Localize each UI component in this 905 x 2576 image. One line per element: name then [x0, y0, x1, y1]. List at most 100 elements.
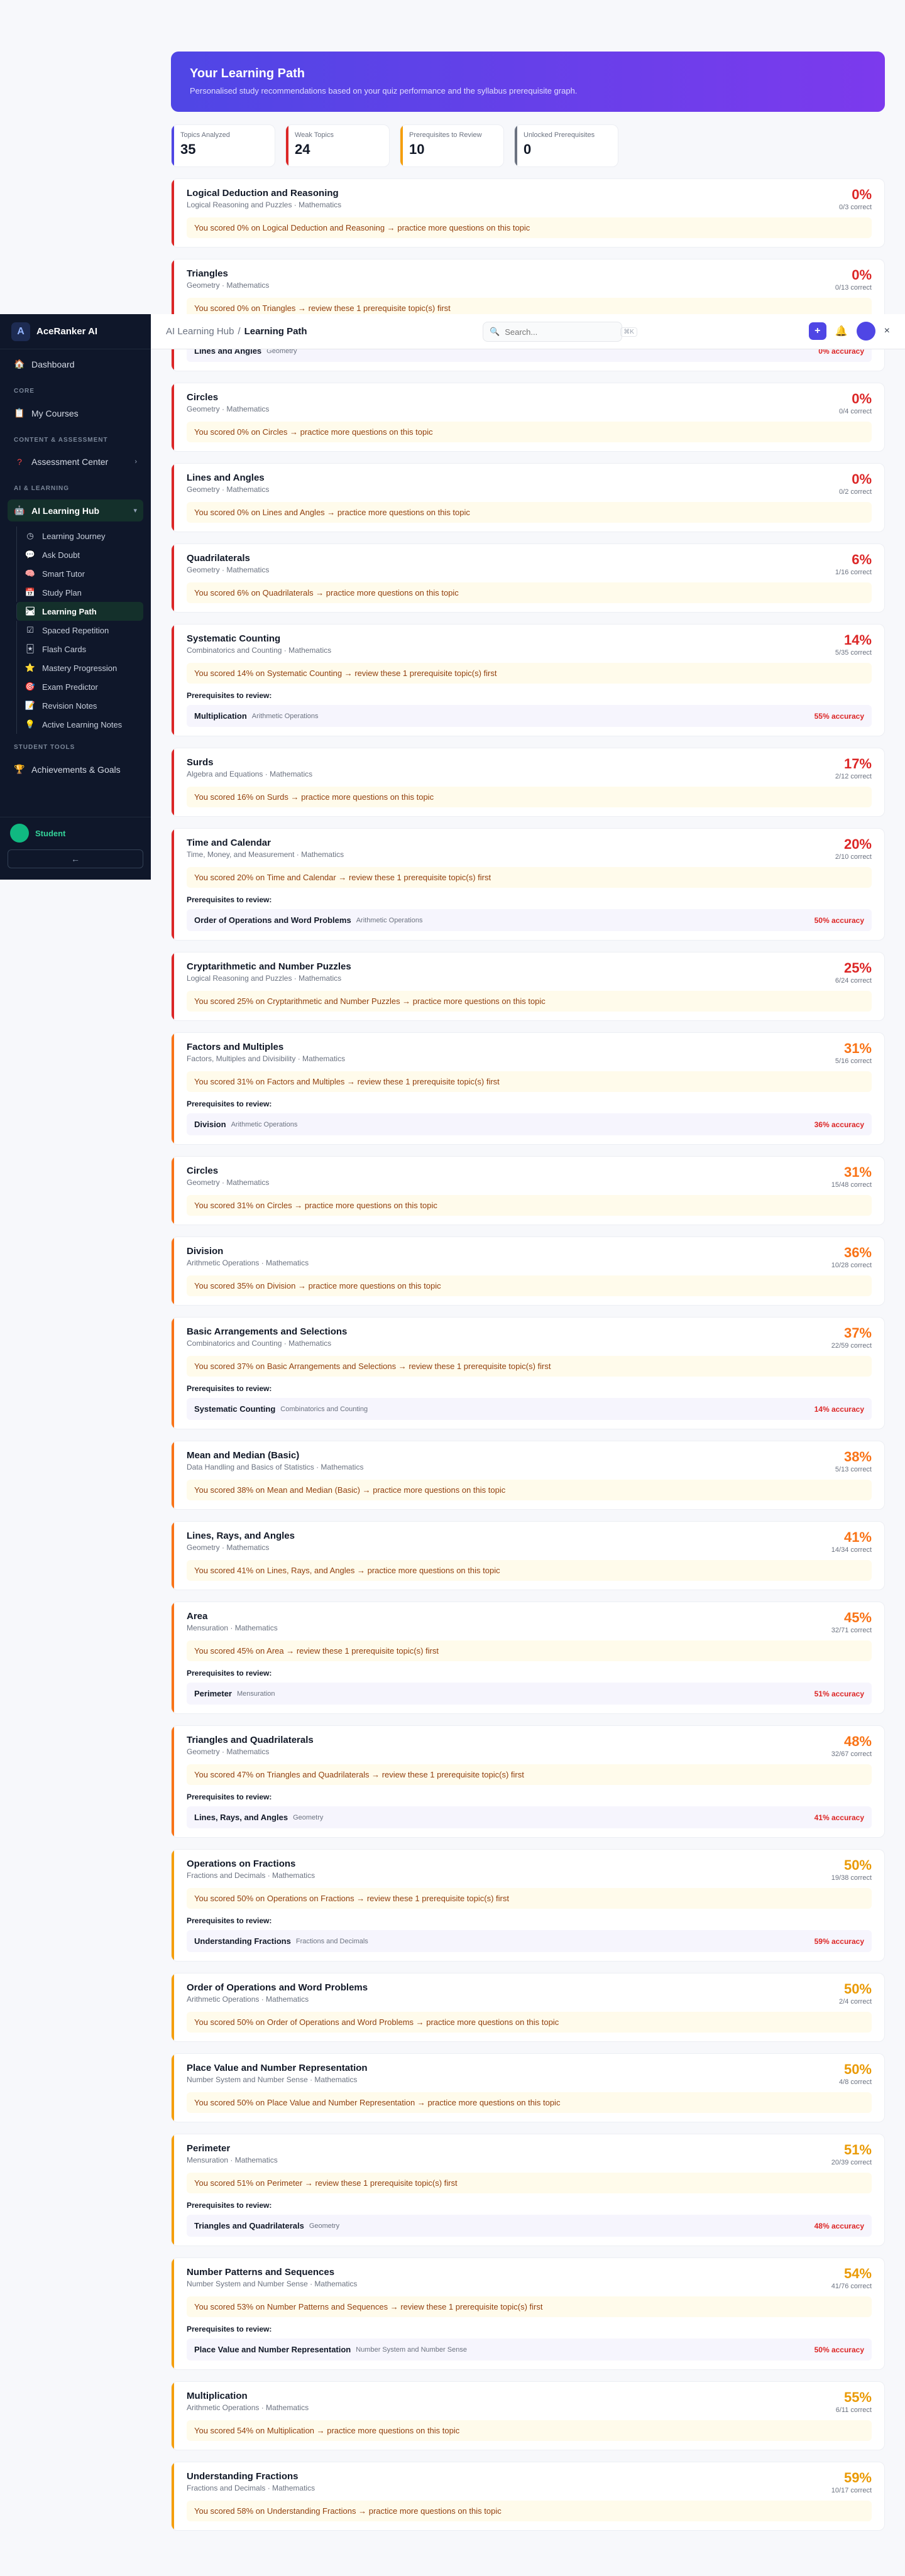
- prerequisites-label: Prerequisites to review:: [187, 895, 272, 904]
- topic-card[interactable]: Time and Calendar Time, Money, and Measur…: [171, 828, 885, 941]
- topic-percent: 36%: [843, 1245, 872, 1260]
- topic-info: Cryptarithmetic and Number Puzzles Logica…: [187, 961, 351, 985]
- sidebar-item-achievements[interactable]: 🏆 Achievements & Goals: [8, 758, 143, 780]
- sidebar-subitem-exam-predictor[interactable]: 🎯 Exam Predictor: [16, 677, 143, 696]
- prerequisite-item[interactable]: Perimeter Mensuration 51% accuracy: [187, 1683, 872, 1705]
- prerequisite-subject: Arithmetic Operations: [231, 1120, 298, 1128]
- topic-title: Area: [187, 1611, 208, 1622]
- sidebar-subitem-flash-cards[interactable]: 🃏 Flash Cards: [16, 640, 143, 658]
- topic-percent: 59%: [843, 2470, 872, 2486]
- topic-card[interactable]: Operations on Fractions Fractions and Dec…: [171, 1849, 885, 1962]
- topic-card[interactable]: Number Patterns and Sequences Number Syst…: [171, 2257, 885, 2370]
- sidebar-subitem-mastery-progression[interactable]: ⭐ Mastery Progression: [16, 658, 143, 677]
- topic-card[interactable]: Area Mensuration · Mathematics 45% 32/71 co…: [171, 1602, 885, 1714]
- topic-correct-count: 0/4 correct: [839, 408, 872, 415]
- topic-subject: Mensuration · Mathematics: [187, 1624, 278, 1632]
- topic-correct-count: 32/71 correct: [831, 1627, 872, 1634]
- sidebar-subitem-ask-doubt[interactable]: 💬 Ask Doubt: [16, 545, 143, 564]
- topic-score: 41% 14/34 correct: [831, 1531, 872, 1554]
- topic-card[interactable]: Triangles and Quadrilaterals Geometry · M…: [171, 1725, 885, 1838]
- topic-card[interactable]: Understanding Fractions Fractions and Dec…: [171, 2462, 885, 2531]
- topic-card[interactable]: Basic Arrangements and Selections Combina…: [171, 1317, 885, 1429]
- search-input[interactable]: [505, 327, 616, 337]
- collapse-sidebar-button[interactable]: ←: [8, 849, 143, 868]
- topic-card-header: Number Patterns and Sequences Number Syst…: [187, 2266, 872, 2291]
- prerequisite-accuracy: 51% accuracy: [814, 1689, 864, 1698]
- close-icon[interactable]: ×: [884, 325, 890, 337]
- topic-title: Lines, Rays, and Angles: [187, 1531, 295, 1541]
- topic-score: 38% 5/13 correct: [835, 1450, 872, 1474]
- topic-correct-count: 5/13 correct: [835, 1466, 872, 1473]
- stat-value: 10: [409, 141, 425, 157]
- breadcrumb-parent[interactable]: AI Learning Hub: [166, 326, 234, 337]
- prerequisite-item[interactable]: Lines, Rays, and Angles Geometry 41% accur…: [187, 1806, 872, 1828]
- topic-subject: Arithmetic Operations · Mathematics: [187, 2403, 309, 2412]
- sidebar-subitem-learning-journey[interactable]: ◷ Learning Journey: [16, 527, 143, 545]
- topic-recommendation: You scored 58% on Understanding Fraction…: [187, 2501, 872, 2521]
- sidebar-item-my-courses[interactable]: 📋 My Courses: [8, 402, 143, 424]
- topic-card[interactable]: Lines, Rays, and Angles Geometry · Mathem…: [171, 1521, 885, 1590]
- prerequisite-item[interactable]: Order of Operations and Word Problems Ari…: [187, 909, 872, 931]
- learning-path-hero: Your Learning Path Personalised study re…: [171, 52, 885, 112]
- bell-icon[interactable]: 🔔: [835, 325, 848, 337]
- topic-correct-count: 15/48 correct: [831, 1181, 872, 1189]
- topic-card[interactable]: Factors and Multiples Factors, Multiples …: [171, 1032, 885, 1145]
- sidebar-item-label: AI Learning Hub: [31, 505, 100, 516]
- topic-card[interactable]: Place Value and Number Representation Num…: [171, 2053, 885, 2122]
- sidebar-subitem-spaced-repetition[interactable]: ☑ Spaced Repetition: [16, 621, 143, 640]
- prerequisite-item[interactable]: Systematic Counting Combinatorics and Cou…: [187, 1398, 872, 1420]
- topic-percent: 54%: [843, 2266, 872, 2281]
- sidebar-item-dashboard[interactable]: 🏠 Dashboard: [8, 353, 143, 375]
- topic-card[interactable]: Quadrilaterals Geometry · Mathematics 6% 1/…: [171, 543, 885, 613]
- topic-card[interactable]: Circles Geometry · Mathematics 0% 0/4 corre…: [171, 383, 885, 452]
- topic-score: 6% 1/16 correct: [835, 553, 872, 577]
- topic-card[interactable]: Division Arithmetic Operations · Mathemat…: [171, 1236, 885, 1306]
- topic-subject: Arithmetic Operations · Mathematics: [187, 1258, 309, 1267]
- sidebar-subitem-active-learning-notes[interactable]: 💡 Active Learning Notes: [16, 715, 143, 734]
- main-content: Your Learning Path Personalised study re…: [171, 52, 885, 2542]
- topic-percent: 45%: [843, 1610, 872, 1625]
- breadcrumb-current: Learning Path: [244, 326, 307, 337]
- topic-correct-count: 0/3 correct: [839, 204, 872, 211]
- topic-info: Operations on Fractions Fractions and Dec…: [187, 1858, 315, 1882]
- topic-card[interactable]: Surds Algebra and Equations · Mathematics…: [171, 748, 885, 817]
- sidebar-item-label: My Courses: [31, 408, 79, 418]
- prerequisite-item[interactable]: Understanding Fractions Fractions and Dec…: [187, 1930, 872, 1952]
- topic-card[interactable]: Perimeter Mensuration · Mathematics 51% 20/…: [171, 2134, 885, 2246]
- topic-subject: Data Handling and Basics of Statistics ·…: [187, 1463, 364, 1471]
- topic-card[interactable]: Circles Geometry · Mathematics 31% 15/48 co…: [171, 1156, 885, 1225]
- topic-correct-count: 14/34 correct: [831, 1546, 872, 1554]
- topic-card[interactable]: Systematic Counting Combinatorics and Cou…: [171, 624, 885, 736]
- sidebar-subitem-smart-tutor[interactable]: 🧠 Smart Tutor: [16, 564, 143, 583]
- topic-card[interactable]: Logical Deduction and Reasoning Logical R…: [171, 178, 885, 248]
- topic-score: 14% 5/35 correct: [835, 633, 872, 657]
- user-profile[interactable]: Student: [0, 817, 151, 849]
- topic-card[interactable]: Multiplication Arithmetic Operations · Ma…: [171, 2381, 885, 2450]
- prerequisite-item[interactable]: Division Arithmetic Operations 36% accurac…: [187, 1113, 872, 1135]
- topic-percent: 55%: [843, 2389, 872, 2405]
- topic-card[interactable]: Mean and Median (Basic) Data Handling and…: [171, 1441, 885, 1510]
- prerequisite-item[interactable]: Triangles and Quadrilaterals Geometry 48% …: [187, 2215, 872, 2237]
- topic-card[interactable]: Order of Operations and Word Problems Ari…: [171, 1973, 885, 2042]
- sidebar-subitem-study-plan[interactable]: 📅 Study Plan: [16, 583, 143, 602]
- topic-card[interactable]: Cryptarithmetic and Number Puzzles Logica…: [171, 952, 885, 1021]
- topic-title: Triangles: [187, 268, 228, 279]
- avatar[interactable]: [856, 322, 875, 341]
- topic-info: Time and Calendar Time, Money, and Measur…: [187, 838, 344, 861]
- brand[interactable]: A AceRanker AI: [0, 314, 151, 349]
- topic-card[interactable]: Lines and Angles Geometry · Mathematics 0%…: [171, 463, 885, 532]
- topic-recommendation: You scored 0% on Circles → practice more…: [187, 422, 872, 442]
- prerequisite-item[interactable]: Multiplication Arithmetic Operations 55% a…: [187, 705, 872, 727]
- add-button[interactable]: +: [808, 322, 826, 340]
- sidebar-item-ai-learning-hub[interactable]: 🤖 AI Learning Hub ▾: [8, 499, 143, 521]
- search-box[interactable]: 🔍 ⌘K: [483, 322, 637, 342]
- sidebar-item-assessment-center[interactable]: ? Assessment Center ›: [8, 451, 143, 472]
- nav-section-content: CONTENT & ASSESSMENT: [14, 437, 108, 444]
- sidebar-item-label: Ask Doubt: [42, 550, 80, 560]
- prerequisite-item[interactable]: Place Value and Number Representation Num…: [187, 2339, 872, 2360]
- topic-card-header: Cryptarithmetic and Number Puzzles Logica…: [187, 961, 872, 985]
- topic-card-header: Triangles and Quadrilaterals Geometry · M…: [187, 1735, 872, 1759]
- sidebar-subitem-learning-path[interactable]: 🛤 Learning Path: [16, 602, 143, 621]
- sidebar-subitem-revision-notes[interactable]: 📝 Revision Notes: [16, 696, 143, 715]
- topic-percent: 20%: [843, 836, 872, 852]
